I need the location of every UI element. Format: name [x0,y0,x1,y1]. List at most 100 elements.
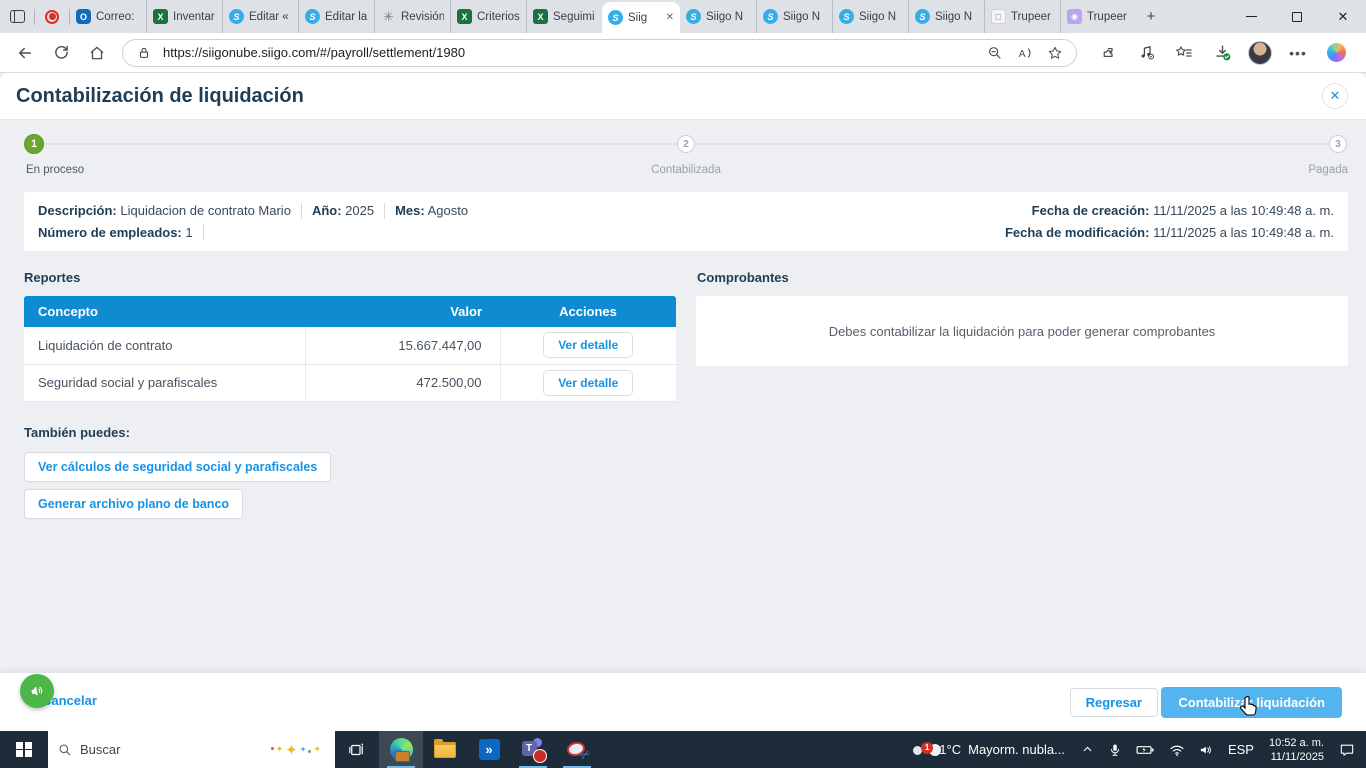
tray-battery-button[interactable] [1129,731,1162,768]
page-title: Contabilización de liquidación [16,85,304,107]
taskbar-clock[interactable]: 10:52 a. m. 11/11/2025 [1261,736,1332,764]
devops-icon: » [478,739,500,760]
browser-toolbar: https://siigonube.siigo.com/#/payroll/se… [0,33,1366,73]
copilot-button[interactable] [1319,37,1353,69]
notification-center-button[interactable] [1332,731,1362,768]
zoom-out-icon[interactable] [984,42,1006,64]
windows-taskbar: Buscar ✦ ✦ ✦ ✦ » T ✂ 1 21°C Mayorm. nubla..… [0,731,1366,768]
tray-mic-button[interactable] [1101,731,1129,768]
excel-icon: X [457,9,472,24]
info-row-1: Descripción: Liquidacion de contrato Mar… [38,202,1334,219]
tab-siigo-active[interactable]: S Siig ✕ [602,2,680,33]
megaphone-icon [31,686,43,696]
url-text[interactable]: https://siigonube.siigo.com/#/payroll/se… [163,45,976,60]
taskbar-teams-button[interactable]: T [511,731,555,768]
record-button[interactable] [35,0,69,33]
taskbar-explorer-button[interactable] [423,731,467,768]
lock-icon[interactable] [133,42,155,64]
tab-siigo-n3[interactable]: S Siigo N [832,0,908,33]
ver-calculos-button[interactable]: Ver cálculos de seguridad social y paraf… [24,452,332,482]
regresar-button[interactable]: Regresar [1069,688,1158,717]
copilot-icon [1326,43,1346,62]
start-button[interactable] [0,731,48,768]
info-row-2: Número de empleados: 1 Fecha de modifica… [38,224,1334,241]
tab-siigo-n1[interactable]: S Siigo N [680,0,756,33]
taskbar-snip-button[interactable]: ✂ [555,731,599,768]
ver-detalle-button[interactable]: Ver detalle [543,369,634,396]
workspaces-button[interactable] [0,0,34,33]
tab-inventar[interactable]: X Inventar [146,0,222,33]
tab-trupeer-2[interactable]: ◉ Trupeer [1060,0,1136,33]
downloads-button[interactable] [1205,37,1239,69]
chatgpt-icon: ✳ [383,8,394,24]
microphone-icon [1110,743,1119,756]
outlook-icon: O [76,9,91,24]
back-button[interactable] [8,37,42,69]
tab-criterios[interactable]: X Criterios [450,0,526,33]
volume-icon [1200,745,1211,754]
tab-editar-2[interactable]: S Editar la [298,0,374,33]
restore-icon [1292,11,1302,22]
reportes-table: Concepto Valor Acciones Liquidación de c… [24,296,676,402]
weather-widget[interactable]: 1 21°C Mayorm. nubla... [916,741,1074,757]
new-tab-button[interactable]: + [1136,0,1166,33]
siigo-icon: S [686,9,701,24]
address-bar[interactable]: https://siigonube.siigo.com/#/payroll/se… [122,38,1077,67]
read-aloud-icon[interactable]: A [1014,42,1036,64]
home-icon [90,46,104,59]
teams-icon: T [521,738,547,763]
task-view-button[interactable] [335,731,379,768]
settlement-page: Contabilización de liquidación ✕ 1 2 3 E… [0,73,1366,731]
row-accion: Ver detalle [499,364,676,402]
table-header-row: Concepto Valor Acciones [24,296,676,327]
tray-volume-button[interactable] [1192,731,1221,768]
file-explorer-icon [434,738,456,758]
tab-correo[interactable]: O Correo: [70,0,146,33]
excel-icon: X [153,9,168,24]
favorites-list-icon [1176,45,1192,57]
step-3-label: Pagada [1308,164,1348,176]
clock-date: 11/11/2025 [1270,750,1324,763]
tab-seguimi[interactable]: X Seguimi [526,0,602,33]
ver-detalle-button[interactable]: Ver detalle [543,332,634,359]
profile-button[interactable] [1243,37,1277,69]
collections-button[interactable] [1167,37,1201,69]
siigo-icon: S [763,9,778,24]
comprobantes-panel: Debes contabilizar la liquidación para p… [696,296,1348,366]
language-indicator[interactable]: ESP [1221,731,1261,768]
taskbar-edge-button[interactable] [379,731,423,768]
tray-chevron-button[interactable] [1074,731,1101,768]
system-tray: 1 21°C Mayorm. nubla... ESP 10:52 a. m. … [916,731,1366,768]
trupeer-purple-icon: ◉ [1067,9,1082,24]
search-icon [59,743,71,755]
toolbar-right: ••• [1091,37,1353,69]
tab-editar-1[interactable]: S Editar « [222,0,298,33]
extensions-button[interactable] [1091,37,1125,69]
siigo-icon: S [608,10,623,25]
generar-archivo-button[interactable]: Generar archivo plano de banco [24,489,244,519]
tab-close-icon[interactable]: ✕ [666,12,674,23]
announcements-fab[interactable] [20,674,54,708]
media-note-gear-icon [1141,46,1154,60]
page-header: Contabilización de liquidación ✕ [0,73,1366,120]
extension-media-button[interactable] [1129,37,1163,69]
window-minimize-button[interactable] [1228,0,1274,33]
window-restore-button[interactable] [1274,0,1320,33]
tab-siigo-n4[interactable]: S Siigo N [908,0,984,33]
window-close-button[interactable]: ✕ [1320,0,1366,33]
refresh-button[interactable] [44,37,78,69]
chevron-up-icon [1083,746,1092,752]
avatar [1248,40,1272,65]
page-close-button[interactable]: ✕ [1322,83,1348,109]
taskbar-devops-button[interactable]: » [467,731,511,768]
favorite-star-icon[interactable] [1044,42,1066,64]
tray-wifi-button[interactable] [1162,731,1192,768]
contabilizar-button[interactable]: Contabilizar liquidación [1161,687,1342,718]
home-button[interactable] [80,37,114,69]
tab-trupeer-1[interactable]: ◻ Trupeer [984,0,1060,33]
copilot-sparkles-icon: ✦ ✦ ✦ ✦ [270,741,321,759]
tab-revision[interactable]: ✳ Revisión [374,0,450,33]
taskbar-search[interactable]: Buscar ✦ ✦ ✦ ✦ [48,731,335,768]
tab-siigo-n2[interactable]: S Siigo N [756,0,832,33]
settings-menu-button[interactable]: ••• [1281,37,1315,69]
